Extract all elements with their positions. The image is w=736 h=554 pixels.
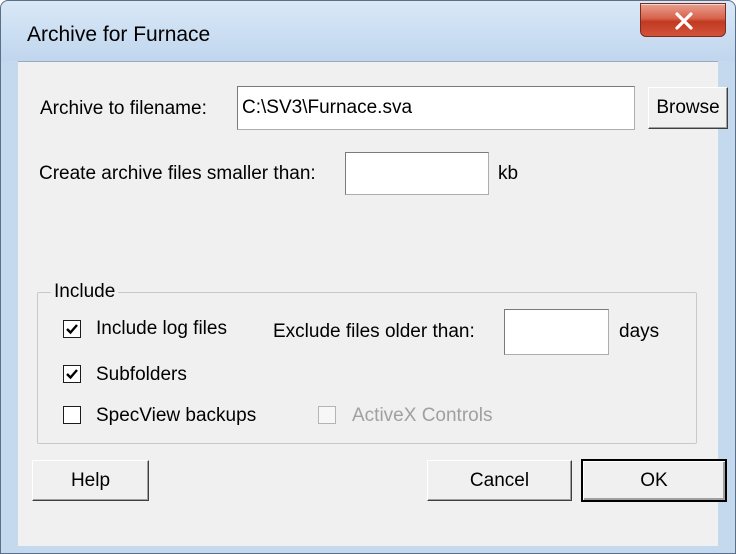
activex-controls-label: ActiveX Controls bbox=[352, 405, 493, 426]
include-group-legend: Include bbox=[51, 281, 119, 303]
dialog-window: Archive for Furnace Archive to filename:… bbox=[0, 0, 736, 554]
subfolders-checkbox[interactable] bbox=[63, 365, 81, 383]
subfolders-label[interactable]: Subfolders bbox=[96, 364, 187, 386]
exclude-older-unit: days bbox=[619, 321, 660, 342]
archive-filename-label: Archive to filename: bbox=[40, 98, 207, 119]
close-icon bbox=[675, 12, 693, 30]
dialog-body: Archive to filename: Browse Create archi… bbox=[18, 61, 728, 546]
window-title: Archive for Furnace bbox=[27, 23, 211, 46]
include-log-files-label[interactable]: Include log files bbox=[96, 318, 227, 340]
cancel-button[interactable]: Cancel bbox=[427, 460, 572, 501]
exclude-older-label: Exclude files older than: bbox=[273, 321, 475, 342]
specview-backups-checkbox[interactable] bbox=[63, 406, 81, 424]
size-limit-label: Create archive files smaller than: bbox=[39, 163, 316, 184]
exclude-older-input[interactable] bbox=[504, 309, 609, 355]
archive-filename-input[interactable] bbox=[237, 86, 635, 130]
browse-button[interactable]: Browse bbox=[648, 87, 728, 129]
checkmark-icon bbox=[66, 369, 78, 380]
size-limit-input[interactable] bbox=[345, 152, 489, 195]
size-limit-unit: kb bbox=[498, 163, 519, 184]
help-button[interactable]: Help bbox=[32, 460, 149, 501]
close-button[interactable] bbox=[640, 3, 726, 37]
include-log-files-checkbox[interactable] bbox=[63, 320, 81, 338]
checkmark-icon bbox=[66, 324, 78, 335]
specview-backups-label[interactable]: SpecView backups bbox=[96, 405, 256, 427]
activex-controls-checkbox[interactable] bbox=[318, 406, 336, 424]
ok-button[interactable]: OK bbox=[581, 459, 727, 502]
title-bar[interactable]: Archive for Furnace bbox=[1, 1, 735, 61]
